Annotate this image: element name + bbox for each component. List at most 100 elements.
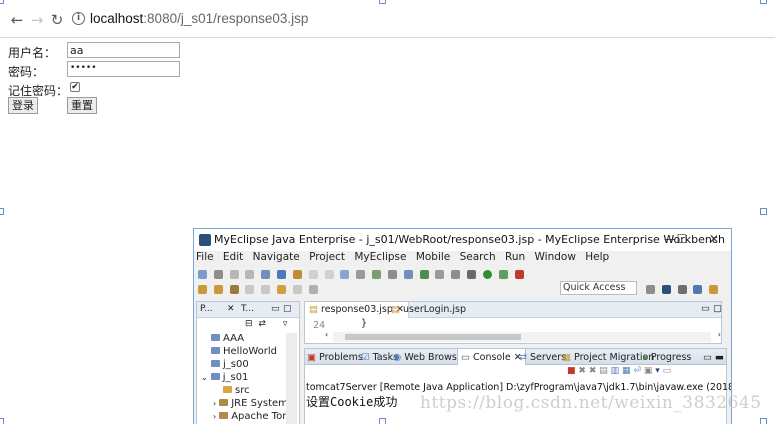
tree-item-helloworld[interactable]: HelloWorld [211, 346, 277, 357]
java-perspective-icon[interactable] [661, 285, 671, 294]
chevron-right-icon[interactable]: › [213, 399, 216, 408]
settings-icon[interactable] [467, 270, 477, 279]
web-perspective-icon[interactable] [693, 285, 703, 294]
code-line[interactable]: } [361, 318, 367, 329]
build-icon[interactable] [356, 270, 366, 279]
maximize-icon[interactable]: ▢ [283, 304, 292, 314]
terminal-icon[interactable] [451, 270, 461, 279]
save-icon[interactable] [213, 270, 223, 279]
chevron-right-icon[interactable]: › [213, 412, 216, 421]
address-bar[interactable]: i localhost:8080/j_s01/response03.jsp [68, 9, 768, 31]
open-console-icon[interactable]: ▾ [655, 366, 660, 376]
tab-userlogin-jsp[interactable]: ▤ userLogin.jsp [387, 302, 470, 318]
run-icon[interactable] [482, 270, 492, 279]
tree-item-jre[interactable]: › JRE System L [213, 398, 297, 409]
scroll-left-icon[interactable]: ‹ [325, 330, 328, 339]
debug-icon[interactable] [498, 270, 508, 279]
quick-access-input[interactable]: Quick Access [560, 281, 637, 295]
username-input[interactable]: aa [67, 42, 180, 58]
search-icon[interactable] [372, 270, 382, 279]
globe-icon[interactable] [419, 270, 429, 279]
remember-checkbox[interactable]: ✔ [70, 82, 80, 92]
url-text[interactable]: localhost:8080/j_s01/response03.jsp [90, 11, 308, 26]
link-icon[interactable] [435, 270, 445, 279]
redo-icon[interactable] [324, 270, 334, 279]
scroll-lock-icon[interactable]: ▥ [611, 366, 620, 376]
pin-console-icon[interactable]: ▦ [622, 366, 631, 376]
menu-search[interactable]: Search [460, 251, 496, 263]
server-icon[interactable] [261, 270, 271, 279]
resize-handle[interactable] [760, 418, 767, 424]
tree-item-aaa[interactable]: AAA [211, 333, 244, 344]
package-icon[interactable] [213, 285, 223, 294]
reset-button[interactable]: 重置 [67, 97, 97, 114]
scroll-right-icon[interactable]: › [718, 330, 721, 339]
debug-perspective-icon[interactable] [677, 285, 687, 294]
password-input[interactable]: ••••• [67, 61, 180, 77]
menu-myeclipse[interactable]: MyEclipse [354, 251, 406, 263]
resize-handle[interactable] [760, 208, 767, 215]
next-annotation-icon[interactable] [245, 285, 255, 294]
menu-run[interactable]: Run [505, 251, 525, 263]
undo-icon[interactable] [308, 270, 318, 279]
reload-icon[interactable]: ↻ [48, 11, 66, 29]
collapse-all-icon[interactable]: ⊟ [245, 319, 253, 329]
stop-icon[interactable] [514, 270, 524, 279]
print-icon[interactable] [229, 270, 239, 279]
outline-icon[interactable] [387, 270, 397, 279]
arrow-left-icon[interactable]: ← [8, 11, 26, 29]
word-wrap-icon[interactable]: ⏎ [633, 366, 641, 376]
tab-package-explorer[interactable]: P... [200, 304, 213, 314]
display-console-icon[interactable]: ▣ [644, 366, 653, 376]
forward-icon[interactable] [292, 285, 302, 294]
maximize-icon[interactable]: ▢ [713, 303, 722, 314]
copy-icon[interactable] [245, 270, 255, 279]
resize-handle[interactable] [379, 0, 386, 4]
open-type-icon[interactable] [340, 270, 350, 279]
minimize-icon[interactable]: ▭ [703, 352, 712, 363]
tab-progress[interactable]: ▸ Progress [643, 352, 691, 363]
minimize-icon[interactable]: ▭ [271, 304, 280, 314]
view-menu-icon[interactable]: ▿ [283, 319, 288, 329]
link-editor-icon[interactable]: ⇄ [258, 319, 266, 329]
menu-edit[interactable]: Edit [223, 251, 243, 263]
tool-icon[interactable] [292, 270, 302, 279]
pen-icon[interactable] [229, 285, 239, 294]
scroll-thumb[interactable] [345, 334, 521, 340]
tree-item-apache-tomcat[interactable]: › Apache Tom [213, 411, 292, 422]
close-button[interactable]: ✕ [704, 231, 724, 247]
arrow-right-icon[interactable]: → [28, 11, 46, 29]
open-folder-icon[interactable] [198, 285, 207, 294]
terminate-icon[interactable]: ■ [567, 366, 576, 376]
clear-console-icon[interactable]: ▤ [599, 366, 608, 376]
editor-horizontal-scrollbar[interactable]: ‹ › [325, 330, 721, 342]
tab-console[interactable]: ▭ Console ✕ [457, 349, 526, 365]
back-icon[interactable] [277, 285, 287, 294]
new-console-icon[interactable]: ▭ [663, 366, 672, 376]
remove-launch-icon[interactable]: ✖ [578, 366, 586, 376]
minimize-icon[interactable]: ▭ [701, 303, 710, 314]
resize-handle[interactable] [760, 0, 767, 4]
resize-handle[interactable] [0, 0, 4, 4]
tree-item-src[interactable]: src [223, 385, 250, 396]
open-perspective-icon[interactable] [646, 285, 655, 294]
chevron-down-icon[interactable]: ⌄ [201, 373, 208, 382]
browser-icon[interactable] [403, 270, 413, 279]
new-icon[interactable] [198, 270, 207, 279]
menu-help[interactable]: Help [585, 251, 609, 263]
pin-icon[interactable] [308, 285, 318, 294]
resize-handle[interactable] [0, 208, 4, 215]
resize-handle[interactable] [0, 418, 4, 424]
maximize-icon[interactable]: ▬ [715, 352, 724, 363]
tab-problems[interactable]: ▣ Problems [307, 352, 363, 363]
close-icon[interactable]: ✕ [227, 304, 235, 314]
menu-project[interactable]: Project [309, 251, 345, 263]
remove-all-icon[interactable]: ✖ [589, 366, 597, 376]
resize-handle[interactable] [379, 418, 386, 424]
menu-window[interactable]: Window [535, 251, 576, 263]
tab-project-migration[interactable]: ▦ Project Migration [562, 352, 654, 363]
tab-servers[interactable]: ⇄ Servers [519, 352, 566, 363]
tree-item-j-s01[interactable]: ⌄ j_s01 [201, 372, 248, 383]
prev-annotation-icon[interactable] [261, 285, 271, 294]
tab-web-browser[interactable]: ◉ Web Browser [393, 352, 467, 363]
